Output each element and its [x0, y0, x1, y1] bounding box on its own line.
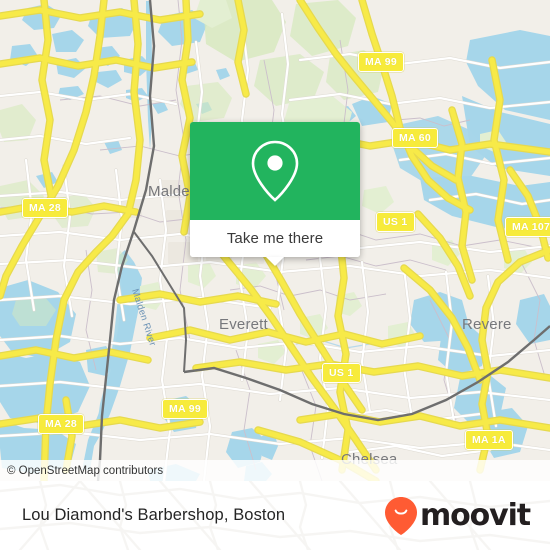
shield-ma-28-south: MA 28 — [38, 414, 85, 434]
map-label-revere: Revere — [462, 316, 512, 333]
moovit-brand: moovit — [384, 496, 531, 536]
shield-ma-107: MA 107 — [505, 217, 550, 237]
shield-us-1-north: US 1 — [376, 212, 415, 232]
take-me-there-label: Take me there — [226, 230, 324, 247]
shield-ma-99-north: MA 99 — [358, 52, 405, 72]
moovit-pin-icon — [384, 496, 417, 535]
popup-footer[interactable]: Take me there — [190, 220, 360, 266]
shield-ma-28-north: MA 28 — [22, 198, 69, 218]
attribution-bar: © OpenStreetMap contributors — [0, 460, 550, 481]
shield-ma-1a: MA 1A — [465, 430, 513, 450]
map-label-everett: Everett — [219, 316, 269, 333]
shield-us-1-mid: US 1 — [322, 363, 361, 383]
attribution-text: © OpenStreetMap contributors — [7, 464, 164, 477]
map-canvas[interactable]: .wt { fill:#a6d6ea; } .pk { fill:#d6e9bd… — [0, 0, 550, 481]
popup-header — [190, 122, 360, 220]
map-pin-icon — [251, 140, 299, 202]
moovit-map-screenshot: .wt { fill:#a6d6ea; } .pk { fill:#d6e9bd… — [0, 0, 550, 550]
shield-ma-60: MA 60 — [392, 128, 439, 148]
bottom-bar: Lou Diamond's Barbershop, Boston moovit — [0, 481, 550, 550]
shield-ma-99-south: MA 99 — [162, 399, 209, 419]
popup-tail — [266, 257, 284, 266]
moovit-wordmark: moovit — [419, 497, 531, 533]
place-title: Lou Diamond's Barbershop, Boston — [22, 506, 286, 524]
map-popup-card[interactable]: Take me there — [190, 122, 360, 266]
